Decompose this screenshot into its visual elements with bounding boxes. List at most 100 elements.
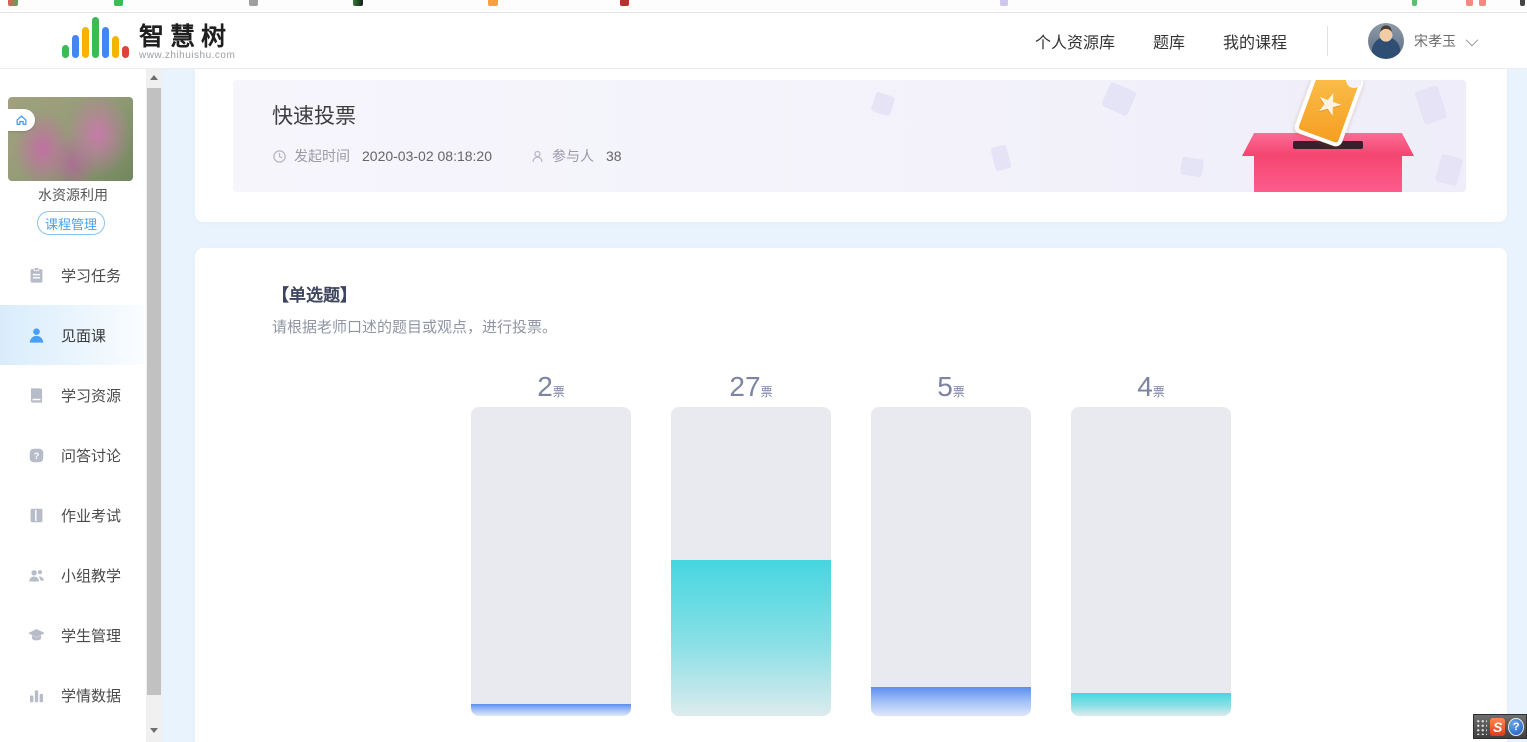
vote-count-label: 27票	[671, 371, 831, 407]
bar-fill	[1071, 693, 1231, 716]
vote-count-label: 5票	[871, 371, 1031, 407]
bar-track	[671, 407, 831, 716]
bar-fill	[671, 560, 831, 716]
home-icon[interactable]	[8, 109, 35, 131]
logo-tree-bars-icon	[62, 19, 129, 61]
favicon-fragment	[249, 0, 258, 6]
sidebar-item-meeting-class[interactable]: 见面课	[0, 305, 146, 365]
sidebar-item-learning-data[interactable]: 学情数据	[0, 665, 146, 725]
avatar	[1368, 23, 1404, 59]
drag-handle-icon[interactable]	[1476, 719, 1487, 735]
participants-icon	[530, 149, 545, 164]
browser-tab-strip	[0, 0, 1527, 13]
header-nav: 个人资源库 题库 我的课程 宋孝玉	[1035, 13, 1475, 69]
favicon-fragment	[8, 0, 18, 6]
nav-my-courses[interactable]: 我的课程	[1223, 29, 1287, 53]
question-icon: ?	[27, 446, 46, 465]
sidebar-item-qa-discussion[interactable]: ? 问答讨论	[0, 425, 146, 485]
participants-value: 38	[606, 148, 622, 164]
favicon-fragment	[1466, 0, 1473, 6]
brand-name: 智慧树	[139, 24, 235, 50]
sidebar-item-label: 学情数据	[61, 685, 121, 706]
sidebar-item-label: 小组教学	[61, 565, 121, 586]
poll-bar-column: 5票	[871, 371, 1031, 716]
user-name: 宋孝玉	[1414, 31, 1456, 51]
time-label: 发起时间	[294, 146, 350, 166]
nav-personal-resources[interactable]: 个人资源库	[1035, 29, 1115, 53]
help-icon[interactable]: ?	[1508, 718, 1524, 736]
favicon-fragment	[353, 0, 363, 6]
sogou-icon[interactable]: S	[1490, 718, 1505, 736]
scroll-down-arrow[interactable]	[146, 722, 162, 738]
poll-bars: 2票 27票 5票 4票	[471, 371, 1231, 716]
scroll-up-arrow[interactable]	[146, 69, 162, 85]
bar-chart-icon	[27, 686, 46, 705]
participants-label: 参与人	[552, 146, 594, 166]
favicon-fragment	[1479, 0, 1486, 6]
svg-text:?: ?	[34, 450, 40, 460]
exam-icon	[27, 506, 46, 525]
book-icon	[27, 386, 46, 405]
clipboard-icon	[27, 266, 46, 285]
favicon-fragment	[1000, 0, 1008, 6]
poll-bar-column: 27票	[671, 371, 831, 716]
scrollbar-thumb[interactable]	[147, 88, 161, 695]
question-type-label: 【单选题】	[272, 281, 357, 306]
star-icon: ★	[1311, 86, 1347, 123]
group-icon	[27, 566, 46, 585]
sidebar-item-resources[interactable]: 学习资源	[0, 365, 146, 425]
sidebar-menu: 学习任务见面课学习资源? 问答讨论作业考试小组教学学生管理学情数据	[0, 245, 146, 725]
sidebar-item-group-teaching[interactable]: 小组教学	[0, 545, 146, 605]
nav-divider	[1327, 26, 1328, 56]
bar-track	[871, 407, 1031, 716]
course-thumbnail[interactable]	[8, 97, 133, 181]
page-root: 智慧树 www.zhihuishu.com 个人资源库 题库 我的课程 宋孝玉 …	[0, 0, 1527, 742]
ballot-box-front	[1254, 155, 1402, 192]
ballot-box-illustration: ★	[1218, 80, 1438, 192]
user-menu[interactable]: 宋孝玉	[1368, 23, 1475, 59]
sidebar-item-tasks[interactable]: 学习任务	[0, 245, 146, 305]
poll-bar-column: 2票	[471, 371, 631, 716]
sidebar-item-label: 学生管理	[61, 625, 121, 646]
favicon-fragment	[114, 0, 123, 6]
favicon-fragment	[488, 0, 498, 6]
question-description: 请根据老师口述的题目或观点，进行投票。	[272, 316, 557, 337]
vote-count-label: 2票	[471, 371, 631, 407]
course-manage-button[interactable]: 课程管理	[37, 211, 105, 235]
ime-toolbar[interactable]: S ?	[1473, 714, 1527, 739]
sidebar-item-label: 学习任务	[61, 265, 121, 286]
sidebar: 水资源利用 课程管理 学习任务见面课学习资源? 问答讨论作业考试小组教学学生管理学…	[0, 69, 146, 742]
vote-title: 快速投票	[272, 100, 356, 130]
sidebar-item-label: 学习资源	[61, 385, 121, 406]
sidebar-item-homework-exam[interactable]: 作业考试	[0, 485, 146, 545]
sidebar-item-label: 作业考试	[61, 505, 121, 526]
bar-fill	[471, 704, 631, 716]
person-icon	[27, 326, 46, 345]
bar-track	[471, 407, 631, 716]
vote-header-card: 快速投票 发起时间 2020-03-02 08:18:20 参与人 38 ★	[195, 69, 1507, 222]
main-content: 快速投票 发起时间 2020-03-02 08:18:20 参与人 38 ★	[162, 69, 1527, 742]
favicon-fragment	[1412, 0, 1417, 6]
sidebar-scrollbar[interactable]	[146, 69, 162, 742]
nav-question-bank[interactable]: 题库	[1153, 29, 1185, 53]
sidebar-item-label: 问答讨论	[61, 445, 121, 466]
clock-icon	[272, 149, 287, 164]
graduation-cap-icon	[27, 626, 46, 645]
course-name: 水资源利用	[0, 185, 146, 205]
bar-track	[1071, 407, 1231, 716]
app-header: 智慧树 www.zhihuishu.com 个人资源库 题库 我的课程 宋孝玉	[0, 13, 1527, 69]
time-value: 2020-03-02 08:18:20	[362, 148, 492, 164]
sidebar-item-student-mgmt[interactable]: 学生管理	[0, 605, 146, 665]
poll-card: 【单选题】 请根据老师口述的题目或观点，进行投票。 2票 27票 5票 4票	[195, 248, 1507, 742]
bar-fill	[871, 687, 1031, 716]
poll-bar-column: 4票	[1071, 371, 1231, 716]
brand-logo[interactable]: 智慧树 www.zhihuishu.com	[62, 19, 235, 61]
vote-banner: 快速投票 发起时间 2020-03-02 08:18:20 参与人 38 ★	[233, 80, 1466, 192]
chevron-down-icon	[1466, 33, 1479, 46]
favicon-fragment	[1520, 0, 1525, 6]
favicon-fragment	[620, 0, 629, 6]
sidebar-item-label: 见面课	[61, 325, 106, 346]
vote-count-label: 4票	[1071, 371, 1231, 407]
vote-meta: 发起时间 2020-03-02 08:18:20 参与人 38	[272, 146, 622, 166]
brand-domain: www.zhihuishu.com	[139, 50, 235, 61]
